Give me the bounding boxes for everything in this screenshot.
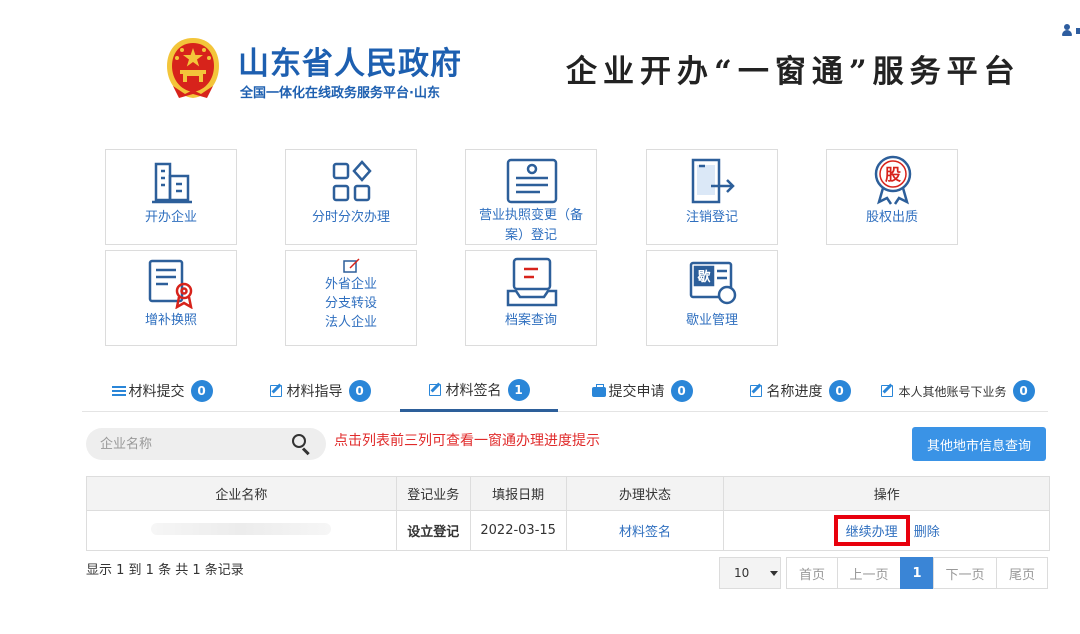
svg-text:歇: 歇 bbox=[696, 269, 710, 285]
tile-archive-query[interactable]: 档案查询 bbox=[465, 250, 597, 346]
column-header: 办理状态 bbox=[565, 476, 725, 511]
tab-label: 材料指导 bbox=[286, 384, 343, 400]
national-emblem-logo bbox=[163, 36, 223, 100]
other-city-query-button[interactable]: 其他地市信息查询 bbox=[912, 427, 1046, 461]
tab-count-badge: 0 bbox=[670, 380, 693, 402]
status-link[interactable]: 材料签名 bbox=[619, 525, 671, 540]
business-type-cell[interactable]: 设立登记 bbox=[395, 510, 471, 551]
prev-page-button[interactable]: 上一页 bbox=[837, 557, 901, 589]
table-row: 设立登记 2022-03-15 材料签名 继续办理 删除 bbox=[86, 510, 1050, 551]
current-page-button[interactable]: 1 bbox=[900, 557, 934, 589]
continue-processing-link[interactable]: 继续办理 bbox=[846, 525, 898, 540]
next-page-button[interactable]: 下一页 bbox=[933, 557, 997, 589]
edit-icon bbox=[269, 385, 284, 397]
edit-note-icon bbox=[342, 257, 362, 275]
tab-other-accounts[interactable]: 本人其他账号下业务 0 bbox=[880, 370, 1036, 412]
tab-material-submit[interactable]: 材料提交 0 bbox=[102, 370, 222, 412]
column-header: 操作 bbox=[723, 476, 1050, 511]
gov-subtitle: 全国一体化在线政务服务平台·山东 bbox=[240, 86, 440, 101]
tab-label: 材料签名 bbox=[445, 382, 502, 399]
status-tabs: 材料提交 0 材料指导 0 材料签名 1 提交申请 0 名称进度 0 本人其他账… bbox=[82, 370, 1048, 412]
svg-text:股: 股 bbox=[885, 165, 902, 184]
tab-label: 提交申请 bbox=[608, 384, 665, 400]
tile-deregistration[interactable]: 注销登记 bbox=[646, 149, 778, 245]
delete-link[interactable]: 删除 bbox=[914, 525, 940, 540]
progress-hint-text: 点击列表前三列可查看一窗通办理进度提示 bbox=[334, 433, 600, 449]
tile-label: 外省企业 分支转设 法人企业 bbox=[324, 277, 377, 330]
edit-icon bbox=[881, 385, 895, 397]
tab-count-badge: 0 bbox=[190, 380, 213, 402]
column-header: 企业名称 bbox=[86, 476, 397, 511]
column-header: 填报日期 bbox=[469, 476, 567, 511]
user-icon[interactable] bbox=[1060, 24, 1080, 38]
tile-label: 注销登记 bbox=[685, 210, 738, 225]
company-search-input[interactable] bbox=[100, 435, 290, 453]
tile-suspension-management[interactable]: 歇 歇业管理 bbox=[646, 250, 778, 346]
company-name-cell[interactable] bbox=[86, 510, 397, 551]
tile-license-change[interactable]: 营业执照变更（备案）登记 bbox=[465, 149, 597, 245]
archive-box-icon bbox=[504, 255, 560, 307]
app-grid-icon bbox=[324, 158, 380, 210]
tab-label: 名称进度 bbox=[766, 384, 823, 400]
pagination: 首页 上一页 1 下一页 尾页 bbox=[786, 557, 1048, 589]
edit-icon bbox=[749, 385, 764, 397]
column-header: 登记业务 bbox=[395, 476, 471, 511]
office-building-icon bbox=[144, 158, 200, 210]
record-summary: 显示 1 到 1 条 共 1 条记录 bbox=[86, 563, 244, 578]
company-search-box bbox=[86, 428, 326, 460]
tab-material-signature[interactable]: 材料签名 1 bbox=[400, 370, 558, 412]
briefcase-icon bbox=[591, 384, 606, 397]
tile-split-processing[interactable]: 分时分次办理 bbox=[285, 149, 417, 245]
tab-name-progress[interactable]: 名称进度 0 bbox=[740, 370, 860, 412]
tile-label: 营业执照变更（备案）登记 bbox=[478, 208, 583, 243]
fill-date-cell[interactable]: 2022-03-15 bbox=[469, 510, 567, 551]
gov-title: 山东省人民政府 bbox=[238, 46, 462, 82]
redacted-company-name bbox=[151, 522, 332, 535]
operation-cell: 继续办理 删除 bbox=[723, 510, 1050, 551]
tile-label: 股权出质 bbox=[865, 210, 918, 225]
tile-label: 歇业管理 bbox=[685, 313, 738, 328]
first-page-button[interactable]: 首页 bbox=[786, 557, 838, 589]
tab-count-badge: 0 bbox=[828, 380, 851, 402]
tile-label: 档案查询 bbox=[504, 313, 557, 328]
tile-label: 分时分次办理 bbox=[311, 210, 390, 225]
continue-highlight-box: 继续办理 bbox=[833, 515, 910, 546]
page-size-select[interactable]: 10 bbox=[719, 557, 781, 589]
tab-material-guidance[interactable]: 材料指导 0 bbox=[260, 370, 380, 412]
list-icon bbox=[111, 385, 126, 397]
tab-count-badge: 0 bbox=[1012, 380, 1035, 402]
tile-equity-pledge[interactable]: 股 股权出质 bbox=[826, 149, 958, 245]
exit-door-icon bbox=[685, 156, 741, 208]
status-cell: 材料签名 bbox=[565, 510, 725, 551]
tile-out-of-province-branch[interactable]: 外省企业 分支转设 法人企业 bbox=[285, 250, 417, 346]
business-table: 企业名称 登记业务 填报日期 办理状态 操作 设立登记 2022-03-15 材… bbox=[86, 476, 1050, 551]
tab-label: 本人其他账号下业务 bbox=[898, 384, 1007, 399]
tab-count-badge: 1 bbox=[507, 378, 530, 401]
search-icon[interactable] bbox=[292, 434, 312, 456]
tab-count-badge: 0 bbox=[348, 380, 371, 402]
tile-open-enterprise[interactable]: 开办企业 bbox=[105, 149, 237, 245]
equity-stamp-icon: 股 bbox=[865, 154, 921, 206]
suspension-card-icon: 歇 bbox=[685, 259, 741, 311]
tile-label: 开办企业 bbox=[144, 210, 197, 225]
tile-license-replacement[interactable]: 增补换照 bbox=[105, 250, 237, 346]
tab-submit-application[interactable]: 提交申请 0 bbox=[582, 370, 702, 412]
last-page-button[interactable]: 尾页 bbox=[996, 557, 1048, 589]
tab-label: 材料提交 bbox=[128, 384, 185, 400]
table-header-row: 企业名称 登记业务 填报日期 办理状态 操作 bbox=[86, 476, 1050, 511]
license-card-icon bbox=[504, 156, 560, 208]
tile-label: 增补换照 bbox=[144, 313, 197, 328]
platform-title: 企业开办“一窗通”服务平台 bbox=[566, 54, 1021, 90]
certificate-icon bbox=[144, 257, 200, 310]
page-size-value: 10 bbox=[734, 566, 750, 580]
edit-icon bbox=[428, 383, 443, 396]
caret-down-icon bbox=[770, 571, 778, 576]
